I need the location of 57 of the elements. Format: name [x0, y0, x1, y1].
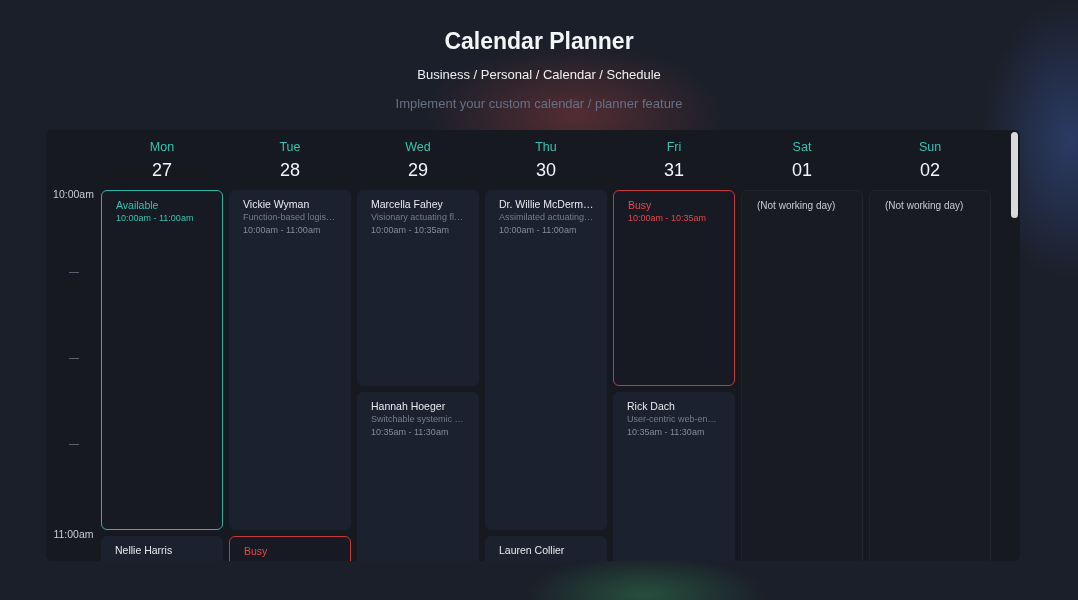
- event-description: Visionary actuating fl…: [371, 211, 464, 224]
- event-description: Assimilated actuating…: [499, 211, 595, 224]
- day-name: Tue: [279, 140, 301, 155]
- event-title: Vickie Wyman: [243, 198, 311, 211]
- event-title: Hannah Hoeger: [371, 399, 447, 413]
- day-name: Wed: [405, 140, 431, 155]
- day-date: 31: [664, 159, 684, 181]
- busy-slot[interactable]: Busy: [229, 536, 351, 561]
- day-name: Fri: [666, 140, 682, 155]
- slot-status: Busy: [244, 545, 269, 558]
- event-card[interactable]: Lauren Collier: [485, 536, 607, 561]
- event-title: Rick Dach: [627, 399, 676, 413]
- scrollbar-thumb[interactable]: [1011, 132, 1018, 218]
- tick-mark: [68, 358, 79, 359]
- event-card[interactable]: Nellie Harris: [101, 536, 223, 561]
- tick-mark: [68, 444, 79, 445]
- event-card[interactable]: Vickie Wyman Function-based logis… 10:00am - 11:00am: [229, 190, 351, 530]
- day-date: 30: [536, 159, 556, 181]
- event-title: Marcella Fahey: [371, 198, 444, 211]
- event-time: 10:00am - 10:35am: [628, 212, 708, 225]
- day-off-label: (Not working day): [885, 199, 965, 212]
- day-name: Mon: [149, 140, 175, 155]
- day-name: Sat: [792, 140, 812, 155]
- event-time: 10:35am - 11:30am: [627, 425, 706, 439]
- event-card[interactable]: Rick Dach User-centric web-en… 10:35am - 11:30am: [613, 391, 735, 561]
- event-card[interactable]: Dr. Willie McDerm… Assimilated actuating… 10:00am - 11:00am: [485, 190, 607, 530]
- slot-status: Busy: [628, 199, 653, 212]
- day-date: 27: [152, 159, 172, 181]
- day-off-label: (Not working day): [757, 199, 837, 212]
- day-date: 02: [920, 159, 940, 181]
- event-time: 10:00am - 11:00am: [116, 212, 195, 225]
- event-card[interactable]: Marcella Fahey Visionary actuating fl… 10:00am - 10:35am: [357, 190, 479, 386]
- time-label: 10:00am: [53, 190, 94, 201]
- time-label: 11:00am: [53, 527, 94, 541]
- busy-slot[interactable]: Busy 10:00am - 10:35am: [613, 190, 735, 386]
- page-subtitle: Implement your custom calendar / planner feature: [394, 95, 684, 113]
- slot-status: Available: [116, 199, 160, 212]
- event-card[interactable]: Hannah Hoeger Switchable systemic … 10:35am - 11:30am: [357, 391, 479, 561]
- day-date: 29: [408, 159, 428, 181]
- event-title: Lauren Collier: [499, 544, 566, 557]
- event-description: Function-based logis…: [243, 211, 337, 224]
- event-title: Nellie Harris: [115, 544, 174, 557]
- event-title: Dr. Willie McDerm…: [499, 198, 595, 211]
- event-description: User-centric web-en…: [627, 412, 718, 426]
- event-time: 10:35am - 11:30am: [371, 425, 450, 439]
- event-time: 10:00am - 11:00am: [499, 224, 578, 237]
- category-path: Business / Personal / Calendar / Schedule: [416, 66, 662, 84]
- event-time: 10:00am - 10:35am: [371, 224, 451, 237]
- day-date: 28: [280, 159, 300, 181]
- page-title: Calendar Planner: [443, 27, 635, 56]
- event-description: Switchable systemic …: [371, 412, 465, 426]
- event-time: 10:00am - 11:00am: [243, 224, 322, 237]
- day-name: Sun: [918, 140, 942, 155]
- day-date: 01: [792, 159, 812, 181]
- day-name: Thu: [535, 140, 557, 155]
- tick-mark: [68, 272, 79, 273]
- availability-slot[interactable]: Available 10:00am - 11:00am: [101, 190, 223, 530]
